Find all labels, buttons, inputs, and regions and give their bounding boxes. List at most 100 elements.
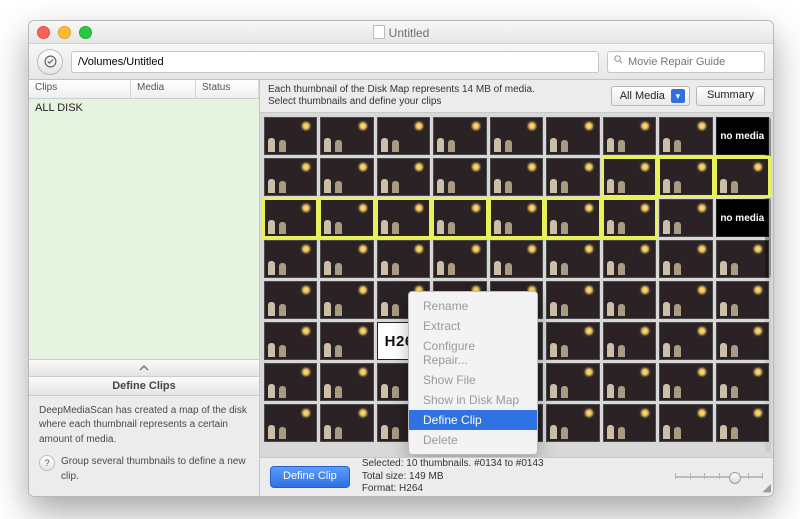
menu-define-clip[interactable]: Define Clip [409,410,537,430]
thumb[interactable] [716,281,769,319]
thumb[interactable] [433,199,486,237]
thumb[interactable] [377,199,430,237]
thumb[interactable] [264,281,317,319]
menu-delete[interactable]: Delete [409,430,537,450]
check-circle-icon [44,55,57,68]
thumb[interactable] [264,404,317,442]
window-title: Untitled [29,25,773,40]
titlebar: Untitled [29,21,773,44]
col-media[interactable]: Media [131,80,196,98]
thumb[interactable] [546,404,599,442]
col-clips[interactable]: Clips [29,80,131,98]
clip-list-header: Clips Media Status [29,80,259,99]
thumb[interactable] [320,281,373,319]
thumb[interactable] [603,117,656,155]
thumb[interactable] [659,158,712,196]
thumb[interactable] [603,404,656,442]
clip-list[interactable]: ALL DISK [29,99,259,359]
menu-show-in-disk-map[interactable]: Show in Disk Map [409,390,537,410]
menu-rename[interactable]: Rename [409,296,537,316]
menu-extract[interactable]: Extract [409,316,537,336]
collapse-handle[interactable] [29,359,259,377]
list-item[interactable]: ALL DISK [35,102,253,114]
thumb[interactable] [716,404,769,442]
resize-handle-icon[interactable]: ◢ [763,481,771,494]
thumb[interactable] [490,240,543,278]
panel-title: Define Clips [29,377,259,396]
thumb[interactable] [264,363,317,401]
menu-configure-repair[interactable]: Configure Repair... [409,336,537,370]
thumb-no-media[interactable]: no media [716,117,769,155]
toolbar [29,44,773,80]
thumb[interactable] [377,240,430,278]
thumb[interactable] [264,117,317,155]
thumb[interactable] [433,158,486,196]
thumb[interactable] [659,199,712,237]
thumb[interactable] [546,158,599,196]
thumb[interactable] [546,240,599,278]
thumb[interactable] [433,117,486,155]
thumb[interactable] [716,322,769,360]
thumb[interactable] [716,363,769,401]
menu-show-file[interactable]: Show File [409,370,537,390]
thumb[interactable] [603,281,656,319]
instruction-text: Each thumbnail of the Disk Map represent… [268,84,611,108]
thumb[interactable] [603,158,656,196]
thumb[interactable] [659,117,712,155]
disk-map[interactable]: no mediano mediaH264 Rename Extract Conf… [260,113,773,457]
panel-text: DeepMediaScan has created a map of the d… [39,404,249,448]
thumb[interactable] [659,240,712,278]
thumb[interactable] [659,363,712,401]
zoom-slider[interactable] [675,470,763,484]
app-window: Untitled Clips Media Status ALL DISK [28,20,774,497]
panel-body: DeepMediaScan has created a map of the d… [29,396,259,497]
help-icon[interactable]: ? [39,455,55,471]
thumb[interactable] [603,199,656,237]
thumb[interactable] [377,117,430,155]
thumb[interactable] [659,281,712,319]
right-pane: Each thumbnail of the Disk Map represent… [260,80,773,496]
summary-button[interactable]: Summary [696,86,765,106]
slider-knob[interactable] [729,472,741,484]
thumb[interactable] [433,240,486,278]
thumb[interactable] [264,158,317,196]
thumb-no-media[interactable]: no media [716,199,769,237]
thumb[interactable] [546,199,599,237]
thumb[interactable] [716,158,769,196]
thumb[interactable] [320,240,373,278]
thumb[interactable] [659,322,712,360]
thumb[interactable] [490,117,543,155]
path-input[interactable] [71,51,599,73]
footer: Define Clip Selected: 10 thumbnails. #01… [260,457,773,496]
thumb[interactable] [490,158,543,196]
thumb[interactable] [320,404,373,442]
chevron-updown-icon: ▾ [671,89,685,103]
thumb[interactable] [320,199,373,237]
thumb[interactable] [320,158,373,196]
thumb[interactable] [603,363,656,401]
media-filter-select[interactable]: All Media ▾ [611,86,690,106]
thumb[interactable] [546,281,599,319]
thumb[interactable] [716,240,769,278]
thumb[interactable] [320,322,373,360]
thumb[interactable] [546,322,599,360]
search-icon [613,54,624,68]
thumb[interactable] [264,199,317,237]
right-header: Each thumbnail of the Disk Map represent… [260,80,773,113]
define-clip-button[interactable]: Define Clip [270,466,350,488]
thumb[interactable] [546,117,599,155]
thumb[interactable] [659,404,712,442]
col-status[interactable]: Status [196,80,259,98]
thumb[interactable] [490,199,543,237]
thumb[interactable] [377,158,430,196]
search-input[interactable] [607,51,765,73]
thumb[interactable] [264,322,317,360]
thumb[interactable] [603,322,656,360]
thumb[interactable] [320,363,373,401]
thumb[interactable] [264,240,317,278]
scan-button[interactable] [37,49,63,75]
help-text: Group several thumbnails to define a new… [61,455,249,484]
thumb[interactable] [320,117,373,155]
thumb[interactable] [546,363,599,401]
thumb[interactable] [603,240,656,278]
